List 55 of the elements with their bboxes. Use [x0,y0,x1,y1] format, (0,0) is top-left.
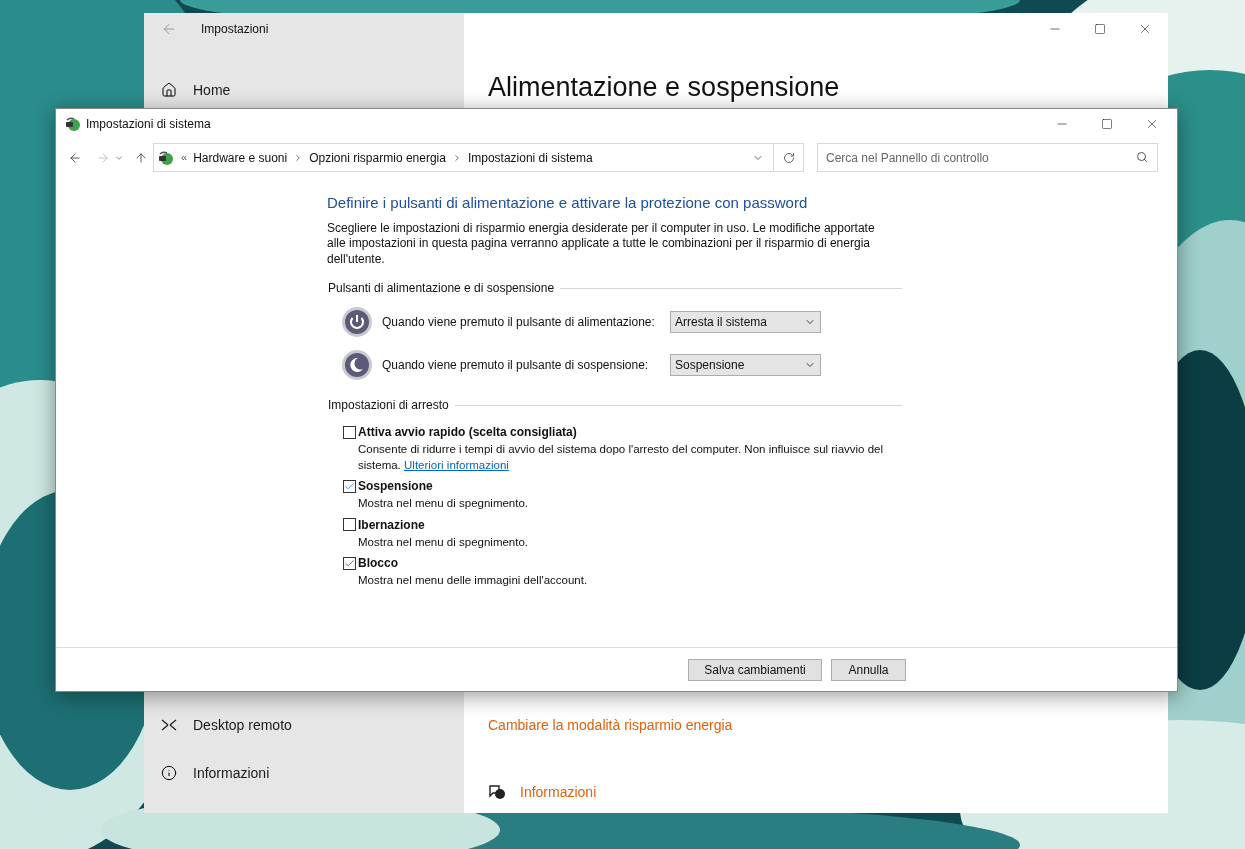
search-icon[interactable] [1136,151,1148,163]
close-icon[interactable] [1145,117,1159,131]
dialog-button[interactable]: Salva cambiamenti [688,658,822,681]
breadcrumb-item[interactable]: Hardware e suoni [193,148,288,167]
option-description: Mostra nel menu di spegnimento. [357,534,530,550]
help-chat-icon [488,784,506,800]
option-label: Ibernazione [358,516,425,534]
sidebar-item[interactable]: Desktop remoto [193,714,292,736]
address-bar[interactable]: « Hardware e suoni Opzioni risparmio energia Impostazioni di sistema [153,143,804,172]
option-label: Sospensione [358,478,433,495]
close-icon[interactable] [1138,22,1152,36]
sidebar-item[interactable]: Informazioni [193,762,270,784]
window-title: Impostazioni di sistema [86,116,211,133]
info-icon [161,765,177,781]
option-checkbox[interactable] [343,425,356,439]
breadcrumb-item[interactable]: Opzioni risparmio energia [309,148,446,167]
page-heading: Alimentazione e sospensione [488,72,840,102]
power-button-icon [341,306,373,338]
option-label: Blocco [358,555,398,572]
section-title: Impostazioni di arresto [327,397,449,414]
button-action-label: Quando viene premuto il pulsante di sospensione: [382,357,650,374]
sleep-button-icon [341,349,373,381]
window-title: Impostazioni [201,21,269,38]
control-panel-icon [157,149,175,166]
option-checkbox[interactable] [343,556,356,570]
section-title: Pulsanti di alimentazione e di sospensione [327,280,555,297]
option-checkbox[interactable] [343,479,356,493]
control-panel-icon [64,116,82,132]
button-action-label: Quando viene premuto il pulsante di alimentazione: [382,314,656,331]
check-icon [344,480,355,492]
more-info-link[interactable]: Ulteriori informazioni [404,458,509,471]
breadcrumb-item[interactable]: Impostazioni di sistema [467,148,593,167]
check-icon [344,557,355,569]
action-select[interactable]: Arresta il sistema [670,311,821,333]
action-select[interactable]: Sospensione [670,354,821,376]
back-icon[interactable] [68,150,82,165]
page-description: Scegliere le impostazioni di risparmio energia desiderate per il computer in uso. Le modifiche apportate alle impostazioni in questa pagina verranno applicate a tutte le combinazioni per il risparmio di energia dell'utente. [327,220,876,267]
up-icon[interactable] [134,150,148,165]
help-link[interactable]: Informazioni [520,781,597,803]
option-description: Consente di ridurre i tempi di avvio del sistema dopo l'arresto del computer. Non influisce sul riavvio del sistema. Ulteriori informazioni [357,442,885,473]
home-icon [161,82,177,98]
option-checkbox[interactable] [343,518,356,531]
sidebar-item[interactable]: Home [193,79,231,101]
dialog-button[interactable]: Annulla [831,658,906,681]
option-description: Mostra nel menu delle immagini dell'account. [357,573,589,588]
search-field[interactable]: Cerca nel Pannello di controllo [817,143,1158,172]
maximize-icon[interactable] [1094,23,1106,35]
option-description: Mostra nel menu di spegnimento. [357,496,530,511]
power-mode-link[interactable]: Cambiare la modalità risparmio energia [488,714,733,736]
breadcrumb-prefix: « [181,150,188,166]
remote-desktop-icon [161,717,177,733]
page-heading: Definire i pulsanti di alimentazione e attivare la protezione con password [327,193,809,213]
refresh-icon[interactable] [782,151,795,164]
option-label: Attiva avvio rapido (scelta consigliata) [358,424,577,441]
maximize-icon[interactable] [1101,118,1113,130]
